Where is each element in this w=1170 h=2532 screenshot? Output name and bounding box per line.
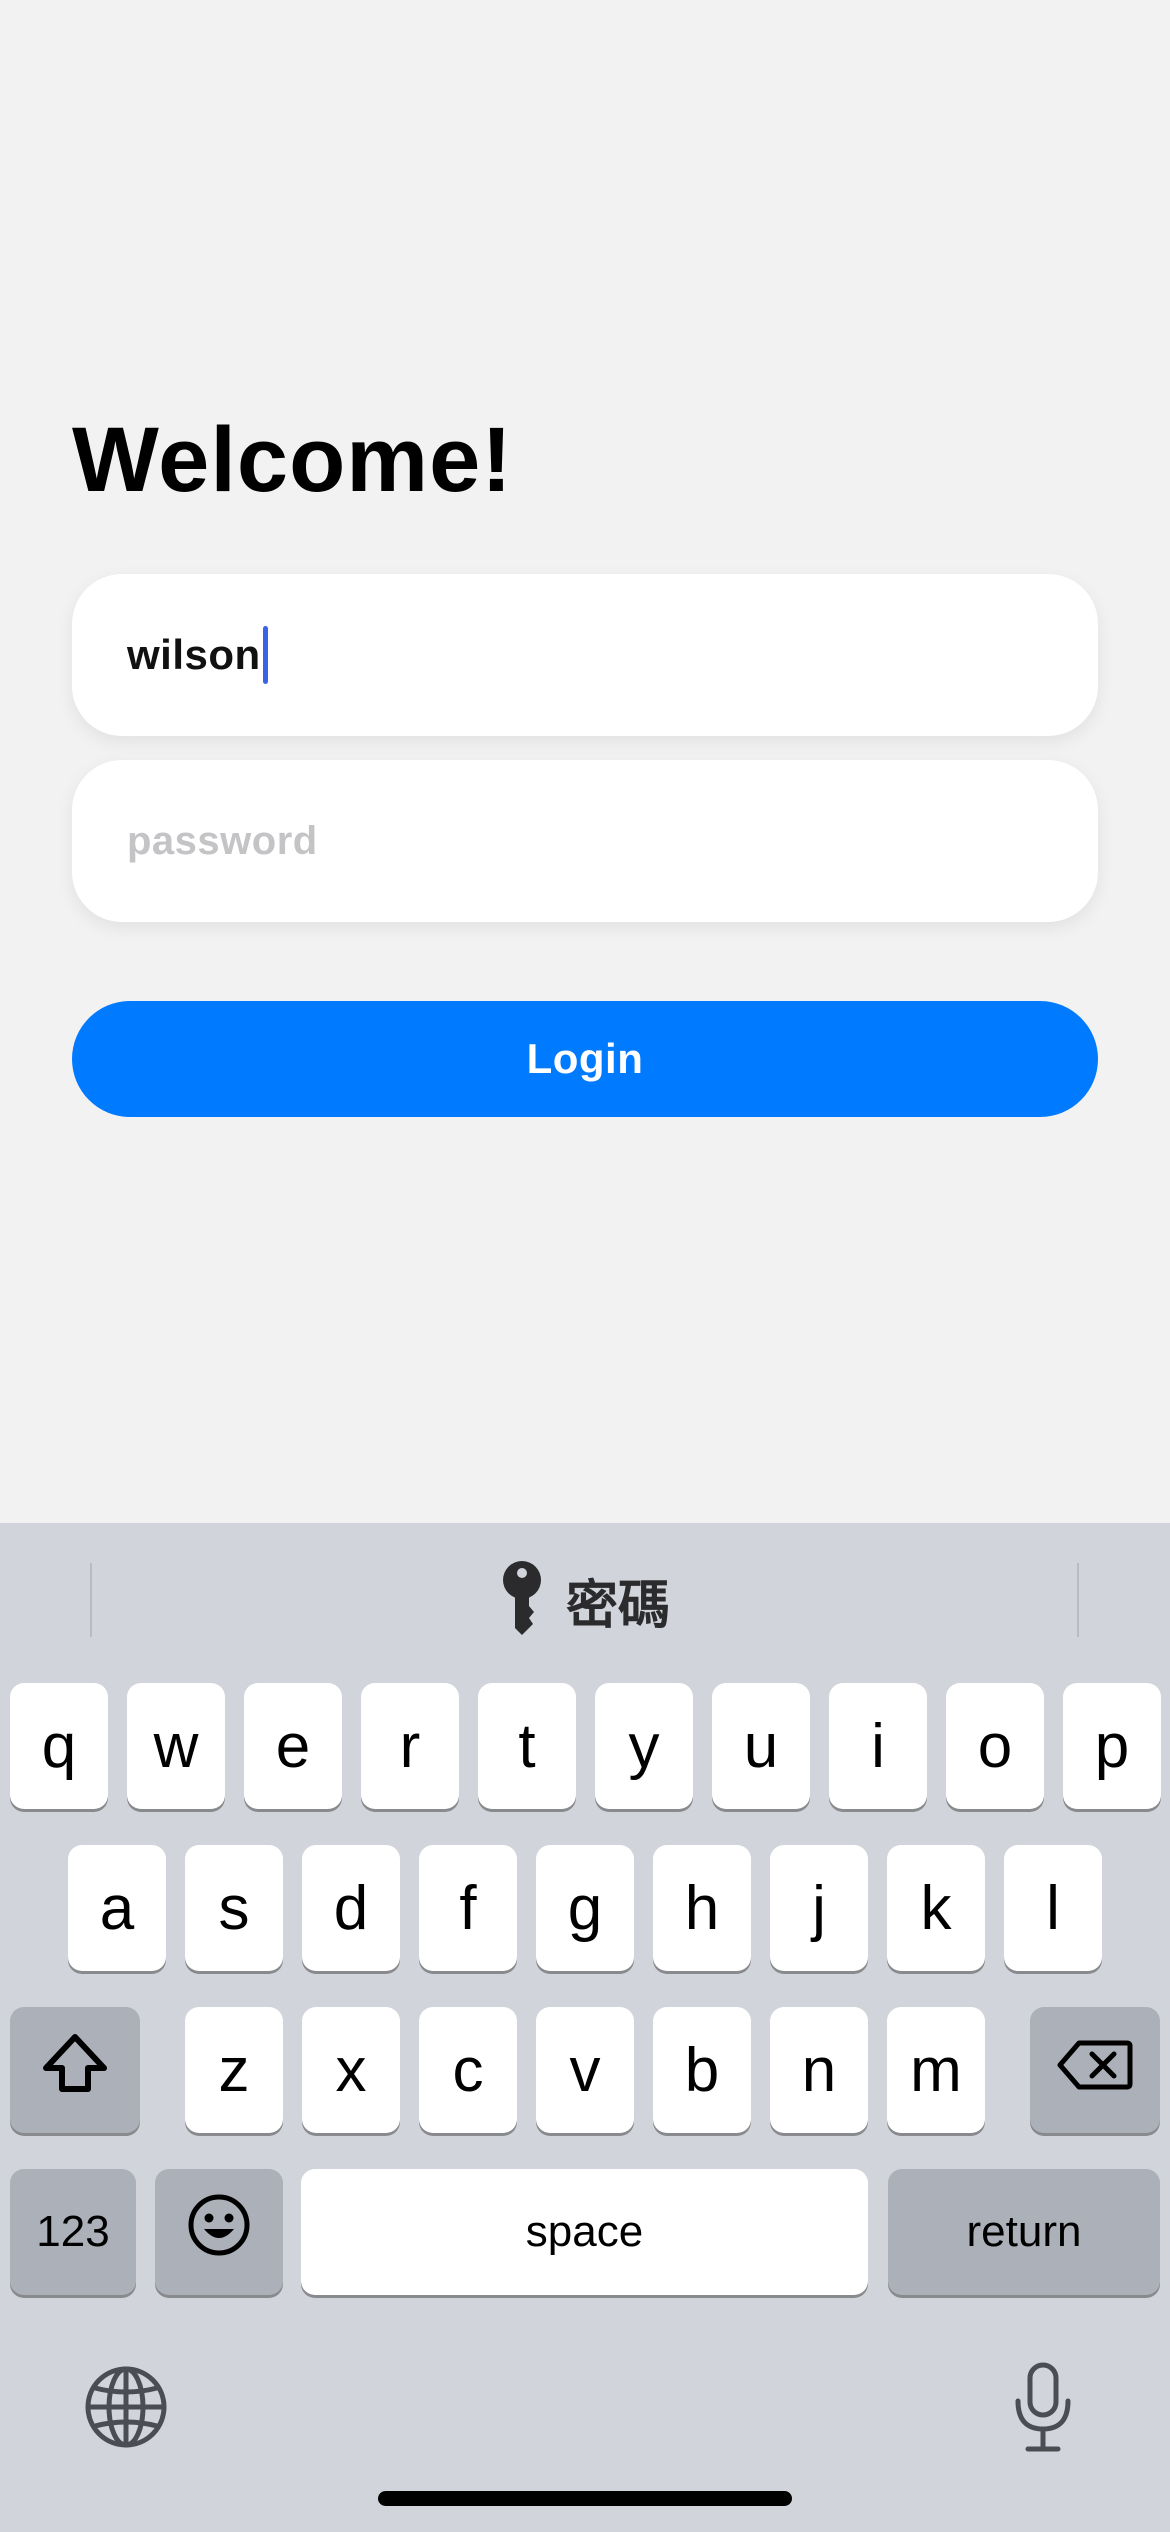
microphone-button[interactable]	[1000, 2359, 1086, 2459]
shift-icon	[40, 2032, 110, 2109]
emoji-key[interactable]	[155, 2169, 283, 2295]
key-c[interactable]: c	[419, 2007, 517, 2133]
suggestion-label: 密碼	[565, 1576, 670, 1636]
key-n[interactable]: n	[770, 2007, 868, 2133]
key-x[interactable]: x	[302, 2007, 400, 2133]
shift-key[interactable]	[10, 2007, 140, 2133]
microphone-icon	[1010, 2361, 1076, 2458]
username-value: wilson	[127, 631, 261, 678]
key-j[interactable]: j	[770, 1845, 868, 1971]
app-screen: Welcome! wilson password Login 密碼 q w e …	[0, 0, 1170, 2532]
return-key[interactable]: return	[888, 2169, 1160, 2295]
delete-icon	[1057, 2035, 1133, 2106]
key-f[interactable]: f	[419, 1845, 517, 1971]
key-i[interactable]: i	[829, 1683, 927, 1809]
key-o[interactable]: o	[946, 1683, 1044, 1809]
key-m[interactable]: m	[887, 2007, 985, 2133]
username-field[interactable]: wilson	[72, 574, 1098, 736]
emoji-icon	[187, 2193, 251, 2272]
key-a[interactable]: a	[68, 1845, 166, 1971]
key-v[interactable]: v	[536, 2007, 634, 2133]
password-placeholder: password	[127, 818, 318, 863]
key-s[interactable]: s	[185, 1845, 283, 1971]
home-indicator	[378, 2491, 792, 2506]
key-u[interactable]: u	[712, 1683, 810, 1809]
suggestion-bar: 密碼	[0, 1523, 1170, 1678]
text-caret	[262, 626, 268, 684]
key-e[interactable]: e	[244, 1683, 342, 1809]
password-suggestion[interactable]: 密碼	[0, 1523, 1170, 1678]
numbers-key[interactable]: 123	[10, 2169, 136, 2295]
key-d[interactable]: d	[302, 1845, 400, 1971]
globe-icon	[83, 2364, 169, 2455]
key-w[interactable]: w	[127, 1683, 225, 1809]
key-r[interactable]: r	[361, 1683, 459, 1809]
page-title: Welcome!	[72, 409, 513, 511]
keyboard: 密碼 q w e r t y u i o p a s d f g h j k l	[0, 1523, 1170, 2532]
space-key[interactable]: space	[301, 2169, 868, 2295]
globe-button[interactable]	[80, 2363, 172, 2455]
key-z[interactable]: z	[185, 2007, 283, 2133]
key-t[interactable]: t	[478, 1683, 576, 1809]
login-button[interactable]: Login	[72, 1001, 1098, 1117]
password-field[interactable]: password	[72, 760, 1098, 922]
key-q[interactable]: q	[10, 1683, 108, 1809]
key-p[interactable]: p	[1063, 1683, 1161, 1809]
key-icon	[500, 1560, 544, 1641]
key-l[interactable]: l	[1004, 1845, 1102, 1971]
key-y[interactable]: y	[595, 1683, 693, 1809]
key-g[interactable]: g	[536, 1845, 634, 1971]
key-h[interactable]: h	[653, 1845, 751, 1971]
delete-key[interactable]	[1030, 2007, 1160, 2133]
key-b[interactable]: b	[653, 2007, 751, 2133]
key-k[interactable]: k	[887, 1845, 985, 1971]
